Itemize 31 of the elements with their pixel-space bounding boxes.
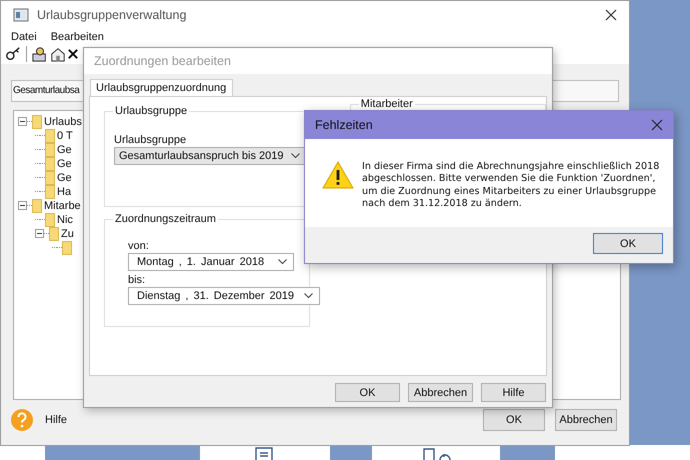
tree-item[interactable]: Zu [61, 228, 74, 240]
group-title: Urlaubsgruppe [113, 105, 190, 117]
field-label: Urlaubsgruppe [114, 134, 188, 146]
menu-item[interactable]: Bearbeiten [50, 31, 104, 44]
tree-item[interactable]: Mitarbe [44, 200, 81, 212]
tree-item[interactable]: Ge [57, 144, 72, 156]
field-label: bis: [128, 273, 146, 287]
tree-item[interactable]: Ge [57, 172, 72, 184]
ok-button[interactable]: OK [593, 233, 663, 254]
tree-item[interactable]: Urlaubs [44, 116, 82, 128]
dialog-title: Zuordnungen bearbeiten [94, 54, 231, 68]
help-label: Hilfe [45, 414, 68, 426]
tree-item[interactable]: 0 T [57, 130, 73, 142]
tree-item[interactable]: Nic [57, 214, 73, 226]
dialog-button[interactable]: OK [483, 408, 545, 431]
date-picker[interactable]: Dienstag , 31. Dezember 2019 [128, 287, 320, 305]
tree-item[interactable]: Ha [57, 186, 72, 198]
dialog-button[interactable]: OK [335, 383, 400, 402]
tab[interactable]: Urlaubsgruppenzuordnung [90, 79, 234, 96]
field-label: von: [128, 239, 150, 253]
tree-item[interactable]: Ge [57, 158, 72, 170]
window-title: Urlaubsgruppenverwaltung [37, 8, 186, 22]
menu-item[interactable]: Datei [11, 31, 37, 44]
dialog-button[interactable]: Abbrechen [408, 383, 473, 402]
message-title: Fehlzeiten [315, 118, 373, 132]
group-title: Zuordnungszeitraum [113, 213, 218, 225]
dialog-button[interactable]: Hilfe [481, 383, 546, 402]
dialog-button[interactable]: Abbrechen [555, 408, 617, 431]
group-title: Mitarbeiter [358, 99, 415, 110]
date-picker[interactable]: Montag , 1. Januar 2018 [128, 253, 294, 271]
message-text: In dieser Firma sind die Abrechnungsjahre einschließlich 2018 abgeschlossen. Bitte verwenden Sie die Funktion 'Zuordnen', um die Zuordnung eines Mitarbeiters zu einer Urlaubsgruppe nach dem 31.12.2018 zu ändern. [362, 161, 660, 211]
